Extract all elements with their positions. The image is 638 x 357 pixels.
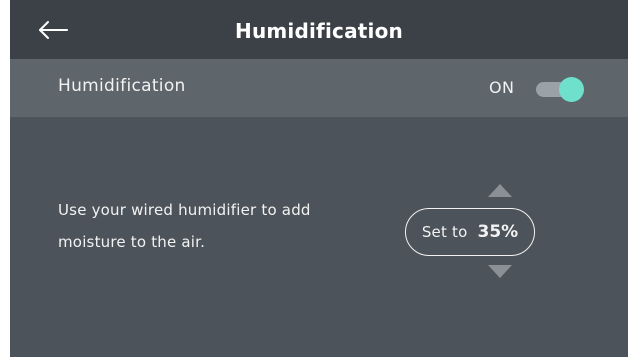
setpoint-prefix: Set to bbox=[421, 223, 468, 241]
page-title: Humidification bbox=[235, 19, 403, 43]
toggle-state-label: ON bbox=[489, 78, 515, 97]
decrease-humidity-button[interactable] bbox=[486, 264, 514, 284]
header-bar: Humidification bbox=[10, 0, 628, 59]
increase-humidity-button[interactable] bbox=[486, 178, 514, 198]
humidity-setpoint-pill[interactable]: Set to 35% bbox=[405, 208, 535, 256]
triangle-down-icon bbox=[488, 265, 512, 278]
toggle-knob bbox=[559, 77, 584, 102]
triangle-up-icon bbox=[488, 184, 512, 197]
setpoint-value: 35% bbox=[477, 222, 519, 242]
humidification-toggle[interactable] bbox=[535, 77, 584, 102]
humidifier-description: Use your wired humidifier to add moistur… bbox=[58, 201, 311, 251]
thermostat-screen: Humidification Humidification ON Use you… bbox=[10, 0, 628, 357]
humidification-row: Humidification ON bbox=[10, 59, 628, 117]
humidification-label: Humidification bbox=[58, 76, 186, 96]
